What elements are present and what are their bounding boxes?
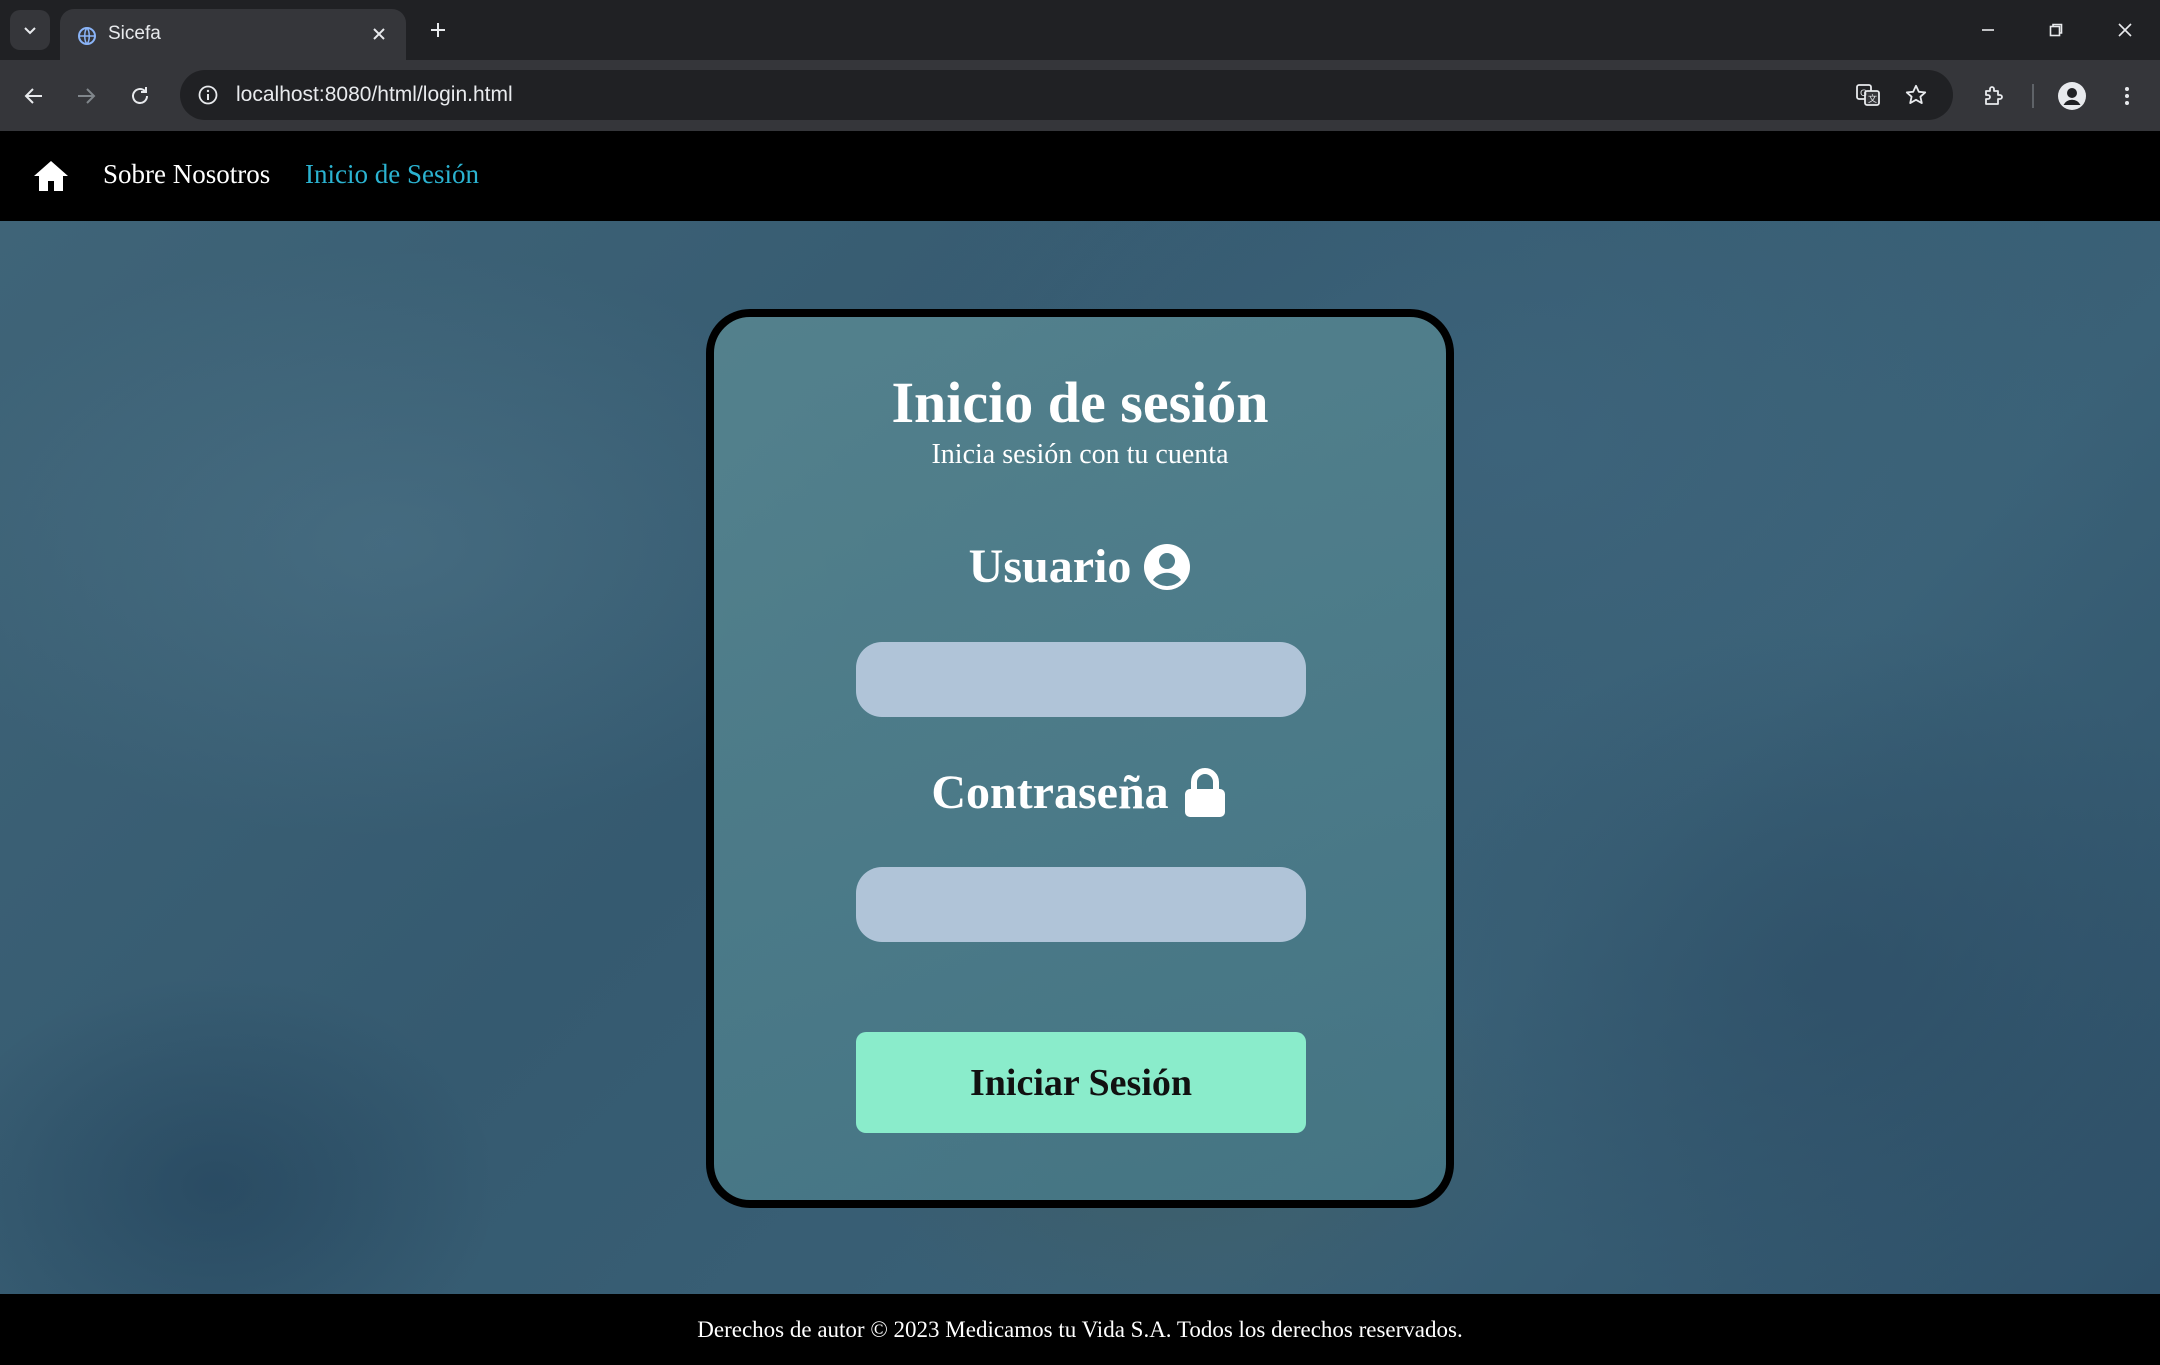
- home-icon: [34, 161, 68, 191]
- arrow-right-icon: [78, 88, 96, 104]
- chevron-down-icon: [24, 27, 36, 35]
- arrow-left-icon: [24, 88, 42, 104]
- close-icon: [373, 28, 385, 40]
- restore-icon: [2049, 23, 2063, 37]
- star-icon: [1905, 84, 1927, 104]
- minimize-button[interactable]: [1968, 10, 2008, 50]
- toolbar-divider: [2032, 84, 2034, 108]
- lock-icon: [1181, 767, 1229, 817]
- username-label: Usuario: [714, 539, 1446, 594]
- site-navbar: Sobre Nosotros Inicio de Sesión: [0, 131, 2160, 221]
- more-vertical-icon: [2125, 87, 2129, 105]
- puzzle-icon: [1985, 86, 2003, 105]
- minimize-icon: [1982, 29, 1994, 31]
- close-tab-button[interactable]: [366, 21, 392, 47]
- password-label-text: Contraseña: [931, 766, 1169, 819]
- home-link[interactable]: [32, 157, 70, 195]
- svg-text:文: 文: [1868, 93, 1877, 105]
- reload-icon: [132, 87, 148, 104]
- profile-button[interactable]: [2052, 76, 2092, 116]
- tab-title: Sicefa: [108, 23, 161, 44]
- profile-icon: [2058, 82, 2086, 110]
- extensions-button[interactable]: [1973, 76, 2013, 116]
- tab-search-button[interactable]: [10, 10, 50, 50]
- globe-icon: [78, 27, 96, 45]
- menu-button[interactable]: [2107, 76, 2147, 116]
- copyright-text: Derechos de autor © 2023 Medicamos tu Vi…: [697, 1317, 1463, 1342]
- password-label: Contraseña: [714, 765, 1446, 820]
- new-tab-button[interactable]: [422, 14, 454, 46]
- login-subtitle: Inicia sesión con tu cuenta: [931, 439, 1229, 470]
- reload-button[interactable]: [120, 76, 160, 116]
- close-window-button[interactable]: [2105, 10, 2145, 50]
- main-content: Inicio de sesión Inicia sesión con tu cu…: [0, 221, 2160, 1294]
- nav-link-login[interactable]: Inicio de Sesión: [305, 159, 479, 190]
- translate-button[interactable]: G文: [1850, 77, 1886, 113]
- svg-text:G: G: [1860, 89, 1867, 99]
- bookmark-button[interactable]: [1898, 77, 1934, 113]
- username-label-text: Usuario: [968, 540, 1132, 593]
- browser-tab[interactable]: Sicefa: [60, 9, 406, 60]
- back-button[interactable]: [14, 76, 54, 116]
- info-icon: [198, 85, 218, 105]
- username-input[interactable]: [856, 642, 1306, 717]
- login-title: Inicio de sesión: [891, 370, 1269, 435]
- login-card: Inicio de sesión Inicia sesión con tu cu…: [706, 309, 1454, 1208]
- user-circle-icon: [1143, 543, 1191, 591]
- close-icon: [2118, 23, 2132, 37]
- address-bar[interactable]: localhost:8080/html/login.html G文: [180, 70, 1953, 120]
- nav-link-about[interactable]: Sobre Nosotros: [103, 159, 270, 190]
- site-info-button[interactable]: [190, 77, 226, 113]
- translate-icon: G文: [1856, 84, 1880, 106]
- url-text[interactable]: localhost:8080/html/login.html: [236, 83, 513, 107]
- password-input[interactable]: [856, 867, 1306, 942]
- site-footer: Derechos de autor © 2023 Medicamos tu Vi…: [0, 1294, 2160, 1365]
- browser-toolbar: localhost:8080/html/login.html G文: [0, 60, 2160, 131]
- restore-button[interactable]: [2036, 10, 2076, 50]
- browser-tab-bar: Sicefa: [0, 0, 2160, 60]
- forward-button[interactable]: [66, 76, 106, 116]
- plus-icon: [431, 23, 445, 37]
- login-button[interactable]: Iniciar Sesión: [856, 1032, 1306, 1133]
